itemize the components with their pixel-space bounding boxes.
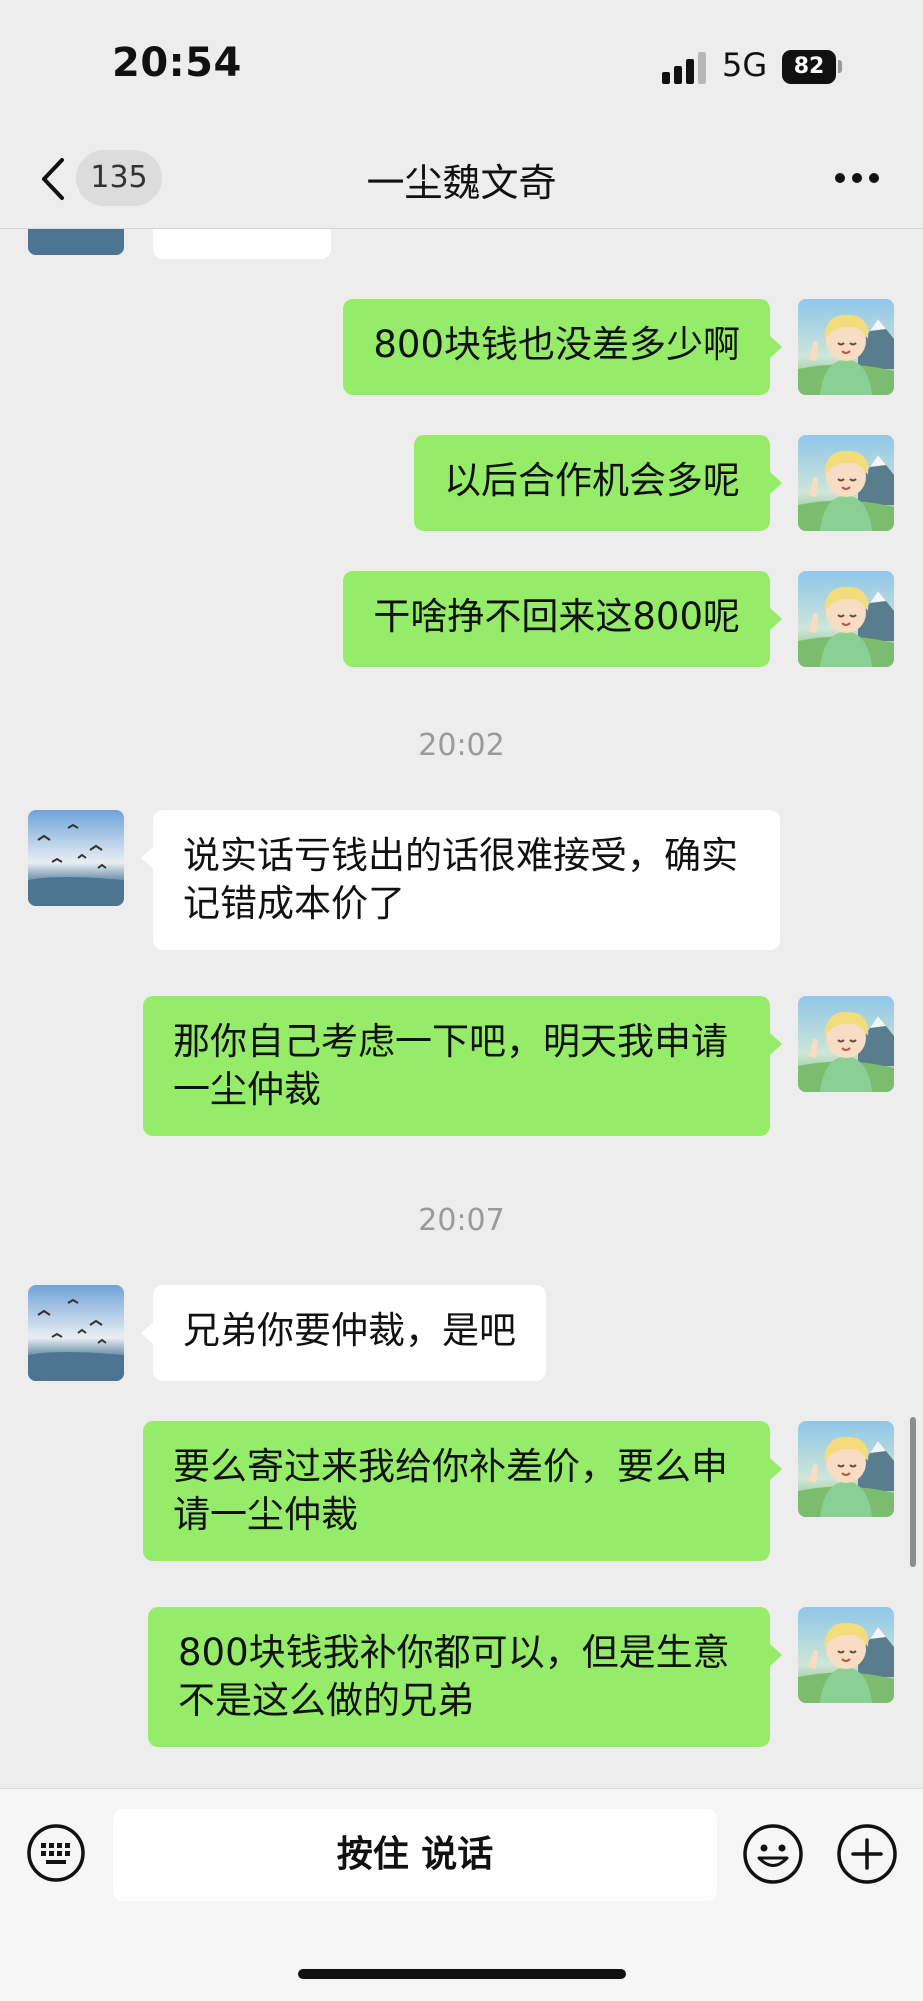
timestamp-separator: 20:07 <box>418 1203 505 1238</box>
keyboard-icon[interactable] <box>26 1823 86 1883</box>
scrollbar[interactable] <box>910 1417 916 1567</box>
bubble-tail <box>770 336 782 358</box>
chat-area[interactable]: 800块钱也没差多少啊 以后合作机会多呢 干啥挣不回来这800呢 20:02 说… <box>0 229 923 1787</box>
message-bubble-partial <box>153 229 331 259</box>
message-bubble-outgoing[interactable]: 要么寄过来我给你补差价，要么申请一尘仲裁 <box>143 1421 770 1561</box>
bubble-tail <box>770 1033 782 1055</box>
contact-avatar[interactable] <box>28 229 124 255</box>
network-label: 5G <box>722 46 768 84</box>
plus-circle-icon[interactable] <box>836 1823 898 1885</box>
hold-to-talk-button[interactable]: 按住 说话 <box>113 1809 717 1901</box>
message-bubble-incoming[interactable]: 兄弟你要仲裁，是吧 <box>153 1285 546 1381</box>
bubble-tail <box>141 847 153 869</box>
my-avatar[interactable] <box>798 435 894 531</box>
input-bar: 按住 说话 <box>0 1788 923 2001</box>
status-time: 20:54 <box>112 40 242 86</box>
message-text: 以后合作机会多呢 <box>444 459 740 502</box>
bubble-tail <box>770 472 782 494</box>
my-avatar[interactable] <box>798 996 894 1092</box>
battery-tip <box>838 60 842 73</box>
message-bubble-outgoing[interactable]: 以后合作机会多呢 <box>414 435 770 531</box>
bubble-tail <box>770 1644 782 1666</box>
message-bubble-outgoing[interactable]: 干啥挣不回来这800呢 <box>343 571 770 667</box>
my-avatar[interactable] <box>798 1421 894 1517</box>
timestamp-separator: 20:02 <box>418 728 505 763</box>
contact-avatar[interactable] <box>28 810 124 906</box>
bubble-tail <box>141 1322 153 1344</box>
message-text: 800块钱也没差多少啊 <box>373 323 740 366</box>
message-bubble-outgoing[interactable]: 800块钱我补你都可以，但是生意不是这么做的兄弟 <box>148 1607 770 1747</box>
bubble-tail <box>770 1458 782 1480</box>
bubble-tail <box>770 608 782 630</box>
battery-icon: 82 <box>782 50 836 84</box>
message-text: 800块钱我补你都可以，但是生意不是这么做的兄弟 <box>178 1631 730 1722</box>
status-bar: 20:54 5G 82 <box>0 0 923 130</box>
message-text: 要么寄过来我给你补差价，要么申请一尘仲裁 <box>173 1445 728 1536</box>
my-avatar[interactable] <box>798 299 894 395</box>
home-indicator[interactable] <box>298 1969 626 1979</box>
message-bubble-outgoing[interactable]: 那你自己考虑一下吧，明天我申请一尘仲裁 <box>143 996 770 1136</box>
message-bubble-incoming[interactable]: 说实话亏钱出的话很难接受，确实记错成本价了 <box>153 810 780 950</box>
chat-title: 一尘魏文奇 <box>366 161 557 205</box>
contact-avatar[interactable] <box>28 1285 124 1381</box>
my-avatar[interactable] <box>798 571 894 667</box>
my-avatar[interactable] <box>798 1607 894 1703</box>
more-dots-icon[interactable] <box>832 160 882 196</box>
emoji-icon[interactable] <box>742 1823 804 1885</box>
message-text: 那你自己考虑一下吧，明天我申请一尘仲裁 <box>173 1020 728 1111</box>
nav-bar: 135 一尘魏文奇 <box>0 130 923 229</box>
message-text: 兄弟你要仲裁，是吧 <box>183 1309 516 1352</box>
message-text: 干啥挣不回来这800呢 <box>373 595 740 638</box>
signal-icon <box>662 52 708 84</box>
message-bubble-outgoing[interactable]: 800块钱也没差多少啊 <box>343 299 770 395</box>
message-text: 说实话亏钱出的话很难接受，确实记错成本价了 <box>183 834 738 925</box>
